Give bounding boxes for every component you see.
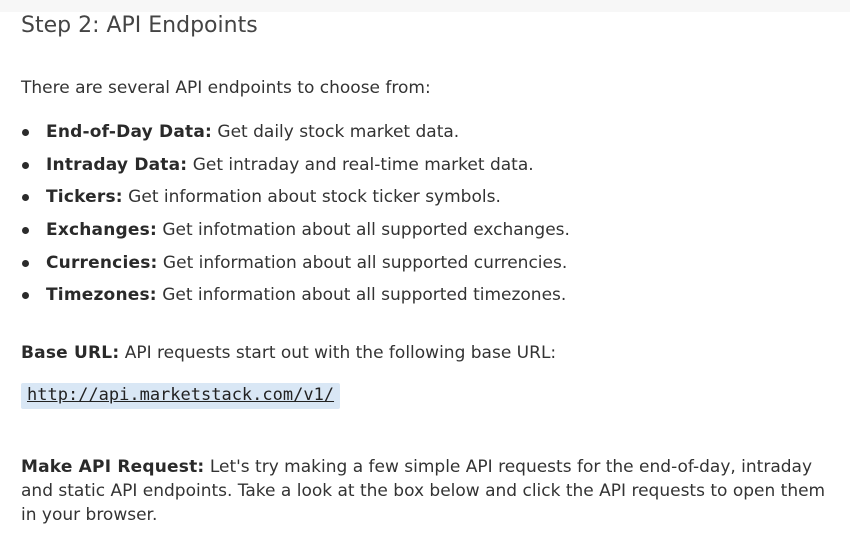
api-request-term: Make API Request: [21,457,205,477]
endpoint-item-currencies: Currencies: Get information about all su… [21,251,570,284]
endpoint-term: Intraday Data: [46,154,188,175]
step-title: Step 2: API Endpoints [21,13,258,38]
bullet-icon [22,292,29,300]
endpoint-description: Get intraday and real-time market data. [187,154,534,175]
base-url-link[interactable]: http://api.marketstack.com/v1/ [27,385,334,405]
endpoint-list: End-of-Day Data: Get daily stock market … [21,120,570,316]
endpoint-term: Currencies: [46,252,158,273]
endpoint-term: Tickers: [46,187,123,208]
endpoint-description: Get daily stock market data. [212,122,460,142]
top-band [0,0,850,12]
intro-text: There are several API endpoints to choos… [21,78,431,98]
bullet-icon [22,259,29,267]
endpoint-item-end-of-day: End-of-Day Data: Get daily stock market … [21,120,570,153]
endpoint-description: Get infotmation about all supported exch… [156,220,570,241]
endpoint-term: End-of-Day Data: [46,122,213,142]
base-url-description: API requests start out with the followin… [119,343,557,363]
endpoint-description: Get information about all supported curr… [157,252,568,273]
endpoint-item-intraday: Intraday Data: Get intraday and real-tim… [21,153,570,186]
bullet-icon [22,194,29,202]
api-request-paragraph: Make API Request: Let's try making a few… [21,455,831,527]
bullet-icon [22,227,29,235]
endpoint-item-tickers: Tickers: Get information about stock tic… [21,185,570,218]
endpoint-term: Timezones: [46,285,157,306]
base-url-term: Base URL: [21,343,120,363]
bullet-icon [22,129,29,136]
base-url-code-box: http://api.marketstack.com/v1/ [21,383,341,409]
endpoint-item-exchanges: Exchanges: Get infotmation about all sup… [21,218,570,251]
endpoint-description: Get information about all supported time… [156,285,567,306]
endpoint-description: Get information about stock ticker symbo… [122,187,501,208]
endpoint-term: Exchanges: [46,220,157,241]
bullet-icon [22,161,29,169]
endpoint-item-timezones: Timezones: Get information about all sup… [21,283,570,316]
base-url-paragraph: Base URL: API requests start out with th… [21,341,556,365]
